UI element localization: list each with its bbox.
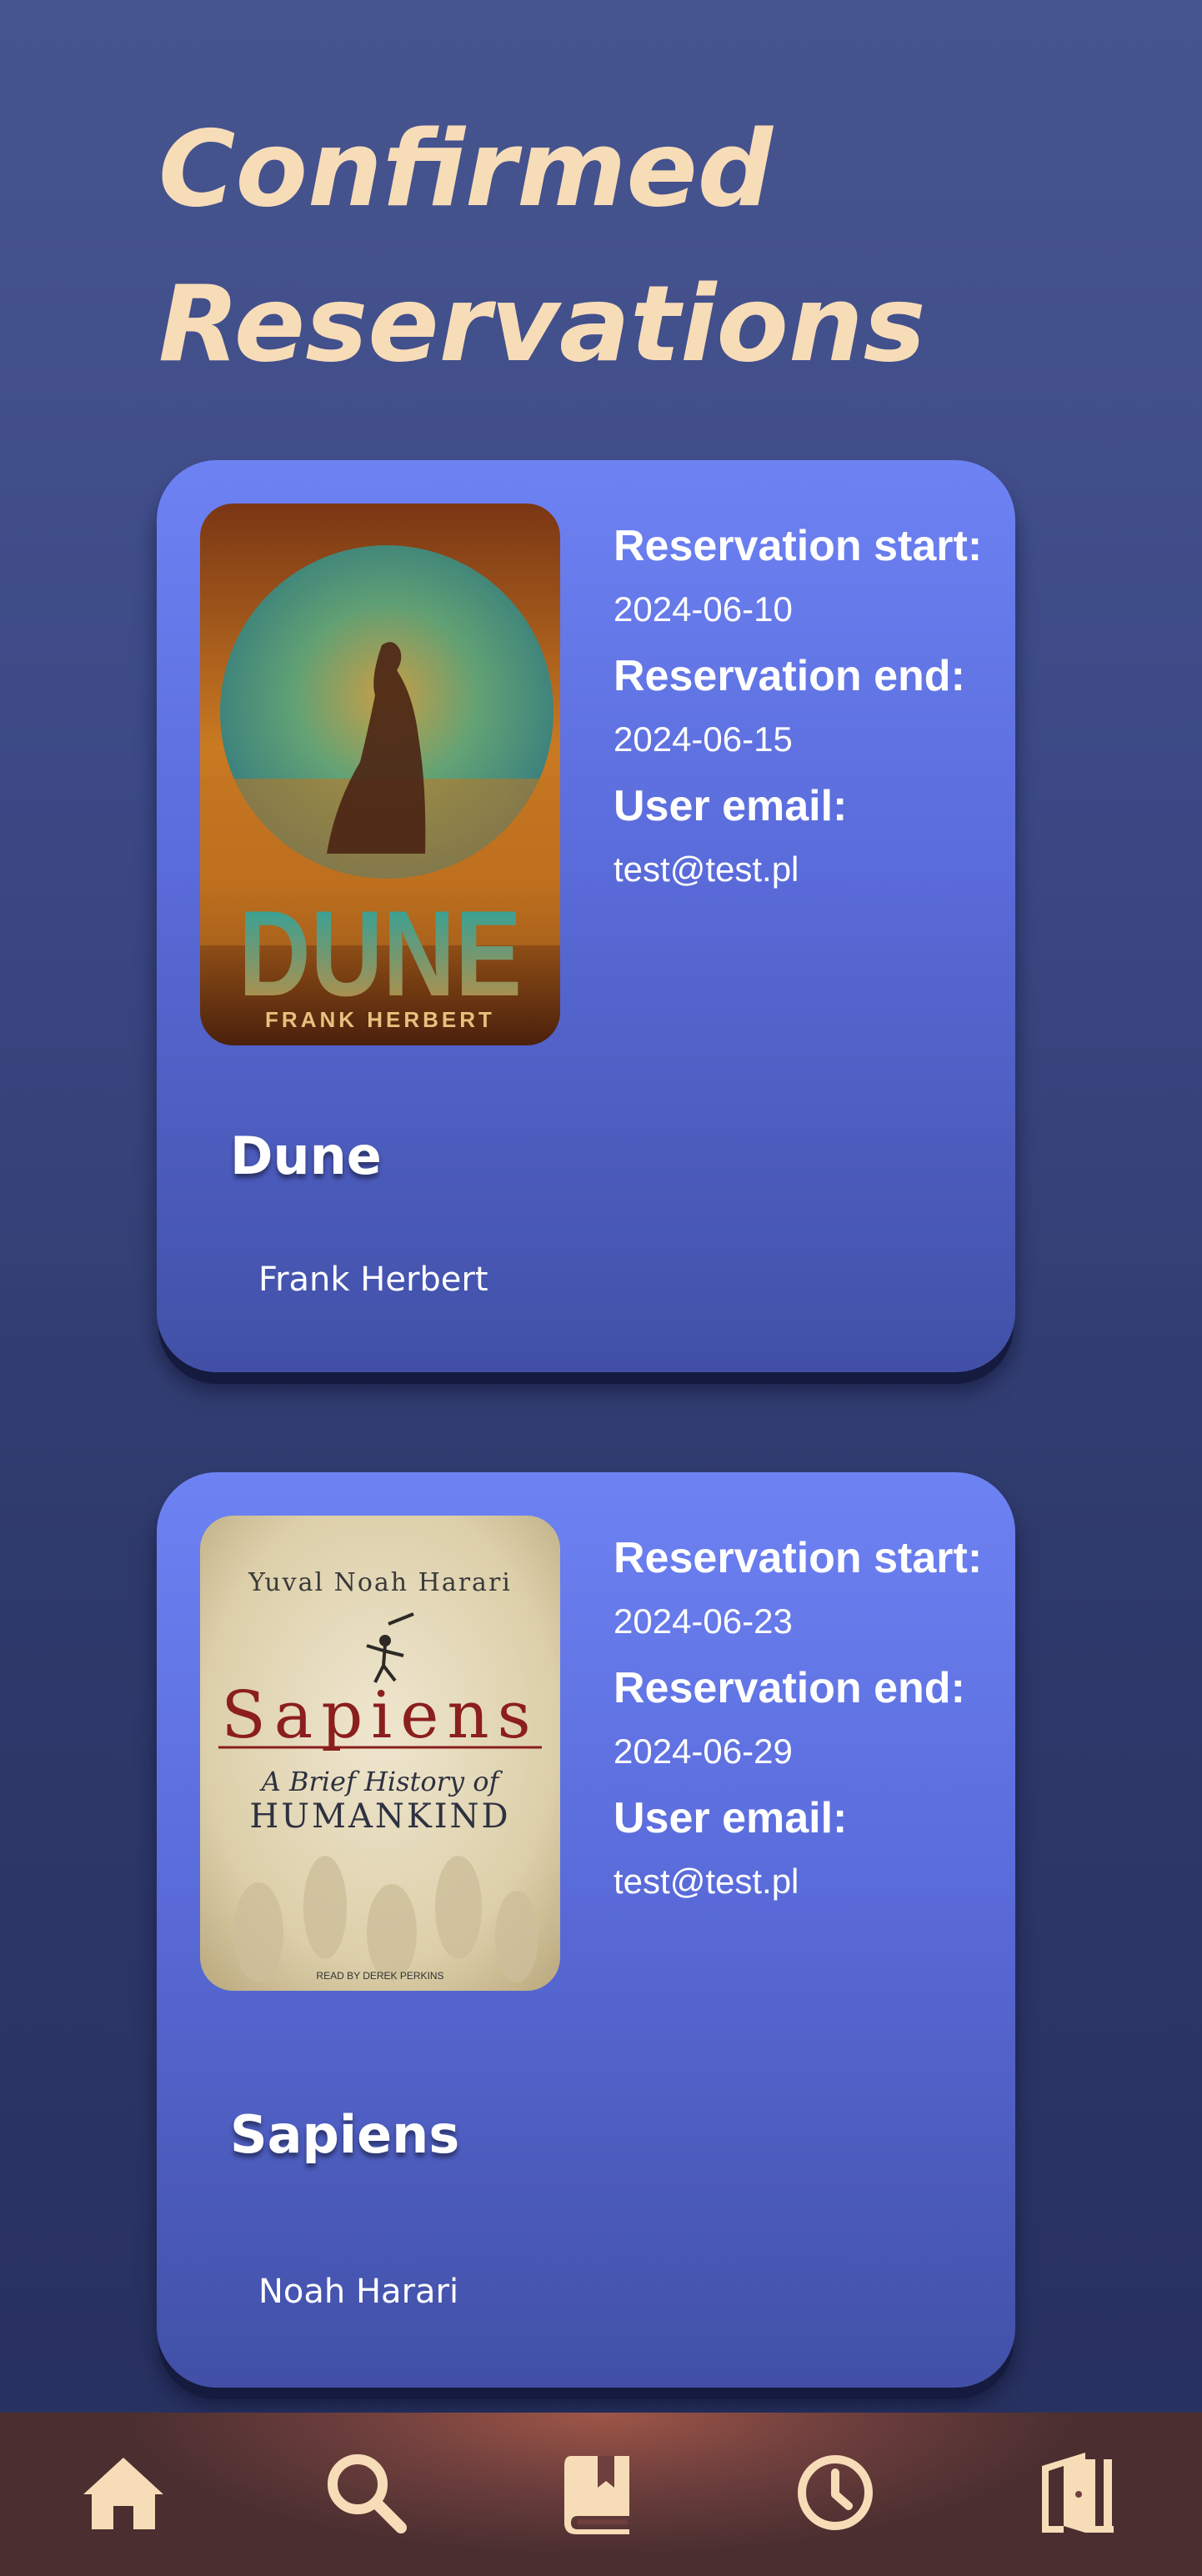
cover-author-text: FRANK HERBERT xyxy=(265,1007,495,1032)
nav-history-button[interactable] xyxy=(789,2446,882,2539)
reservation-end-value: 2024-06-29 xyxy=(614,1732,793,1771)
reservation-card[interactable]: Yuval Noah Harari Sapiens A Brief Histor… xyxy=(157,1472,1015,2388)
cover-title-text: Sapiens xyxy=(221,1678,538,1753)
cover-narrator-text: READ BY DEREK PERKINS xyxy=(316,1970,443,1982)
reservation-end-label: Reservation end: xyxy=(614,652,965,700)
reservation-start-label: Reservation start: xyxy=(614,1534,983,1582)
bottom-navigation xyxy=(0,2413,1202,2576)
cover-subtitle-line1: A Brief History of xyxy=(259,1766,503,1797)
book-title: Dune xyxy=(230,1125,382,1186)
reservation-card[interactable]: DUNE FRANK HERBERT Reservation start: 20… xyxy=(157,460,1015,1372)
user-email-label: User email: xyxy=(614,782,848,830)
reservation-details: Reservation start: 2024-06-10 Reservatio… xyxy=(614,520,997,910)
logout-door-icon xyxy=(1042,2453,1114,2533)
reservation-end-label: Reservation end: xyxy=(614,1664,965,1712)
reservation-start-value: 2024-06-23 xyxy=(614,1601,793,1641)
cover-author-text: Yuval Noah Harari xyxy=(248,1568,512,1597)
cover-title-text: DUNE xyxy=(238,885,522,1021)
book-author: Frank Herbert xyxy=(258,1260,488,1299)
user-email-label: User email: xyxy=(614,1794,848,1842)
nav-logout-button[interactable] xyxy=(1030,2446,1124,2539)
nav-search-button[interactable] xyxy=(319,2446,413,2539)
home-icon xyxy=(83,2458,163,2529)
reservation-start-value: 2024-06-10 xyxy=(614,589,793,629)
nav-home-button[interactable] xyxy=(77,2446,170,2539)
user-email-value: test@test.pl xyxy=(614,1862,799,1901)
page-title-line1: Confirmed xyxy=(158,108,773,230)
book-cover-image: DUNE FRANK HERBERT xyxy=(200,504,560,1045)
book-author: Noah Harari xyxy=(258,2273,459,2311)
reservation-end-value: 2024-06-15 xyxy=(614,719,793,759)
book-cover-image: Yuval Noah Harari Sapiens A Brief Histor… xyxy=(200,1516,560,1991)
user-email-value: test@test.pl xyxy=(614,849,799,889)
nav-library-button[interactable] xyxy=(554,2446,648,2539)
page-title: Confirmed Reservations xyxy=(158,92,926,402)
reservation-details: Reservation start: 2024-06-23 Reservatio… xyxy=(614,1532,997,1922)
page-title-line2: Reservations xyxy=(158,263,926,385)
search-icon xyxy=(328,2454,407,2533)
book-title: Sapiens xyxy=(230,2104,460,2165)
clock-icon xyxy=(798,2455,873,2530)
cover-subtitle-line2: HUMANKIND xyxy=(249,1797,510,1836)
bookmark-book-icon xyxy=(564,2456,629,2534)
reservation-start-label: Reservation start: xyxy=(614,522,983,570)
